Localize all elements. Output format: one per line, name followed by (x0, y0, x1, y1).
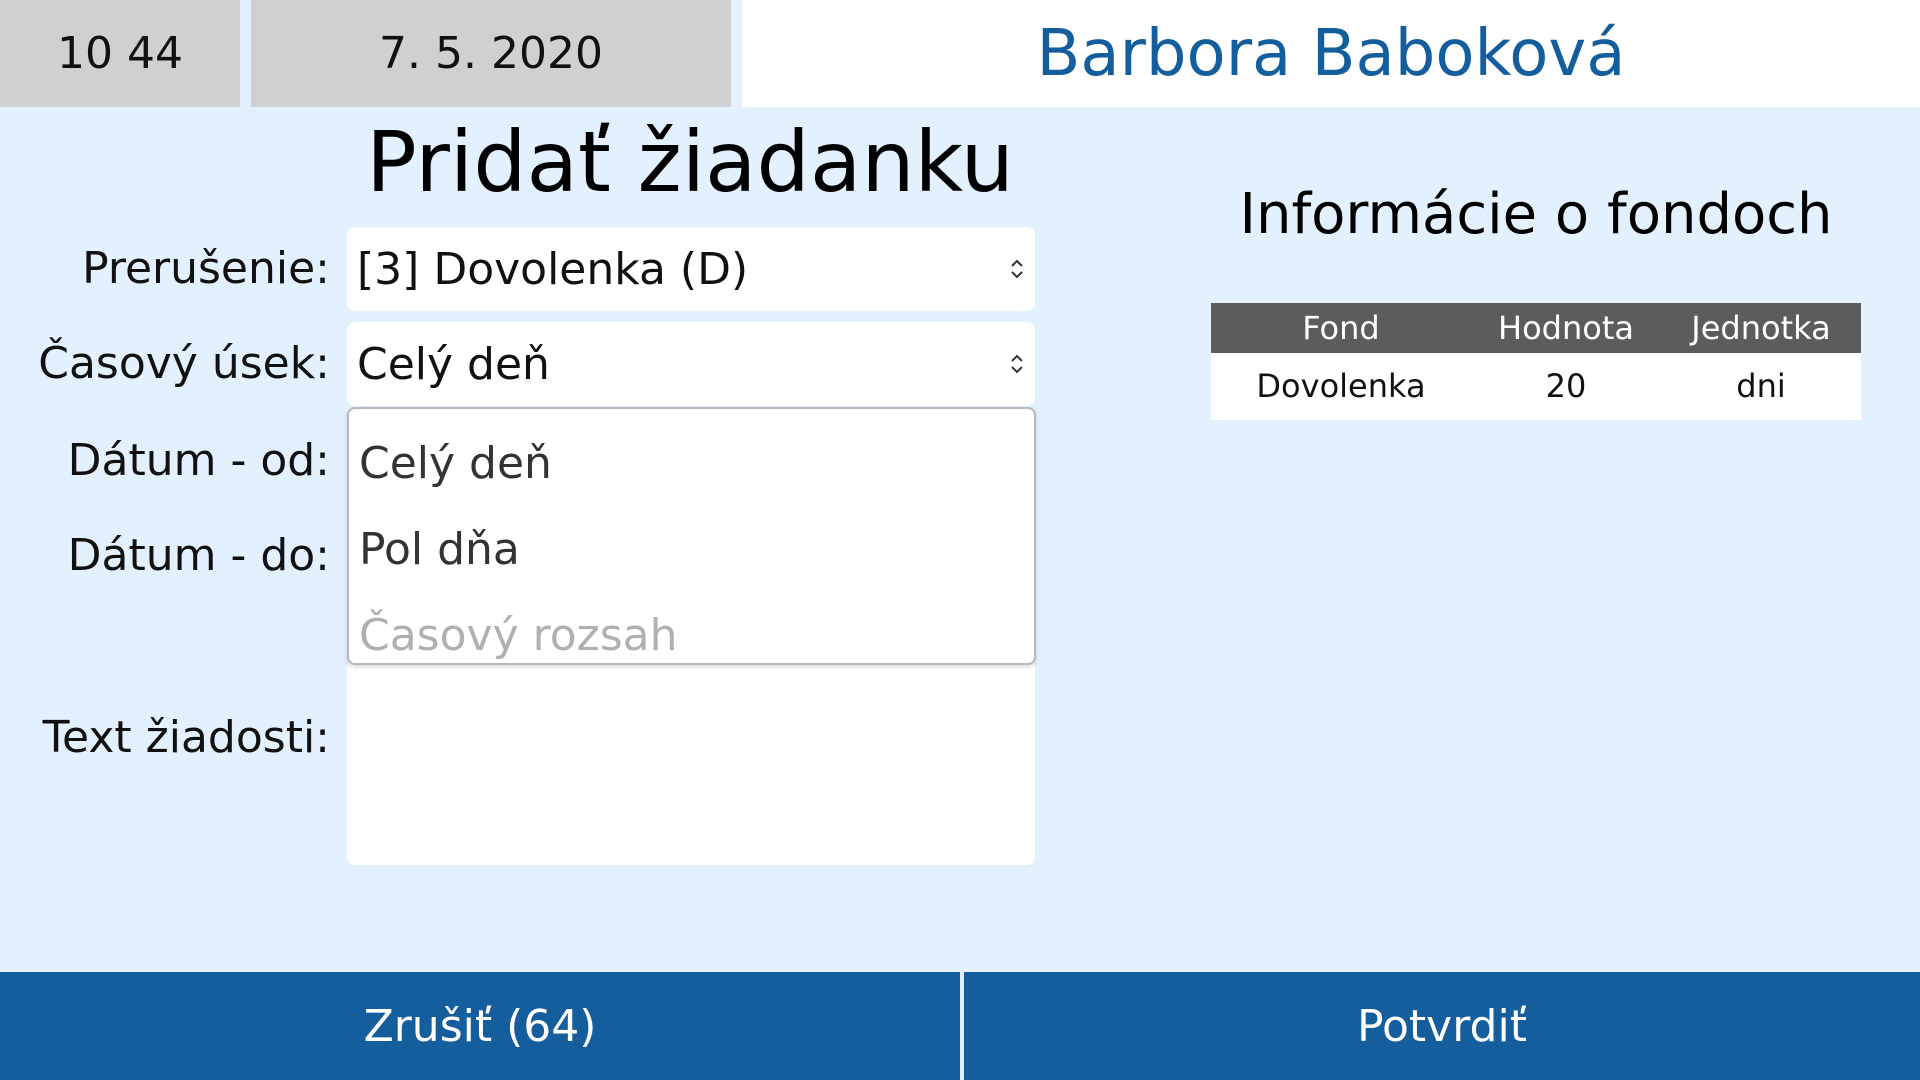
column-header-unit: Jednotka (1691, 309, 1831, 347)
cancel-button[interactable]: Zrušiť (64) (0, 972, 960, 1080)
request-text-label: Text žiadosti: (42, 712, 330, 763)
clock-time: 10 44 (0, 0, 240, 107)
fund-unit-cell: dni (1736, 367, 1786, 405)
date-to-label: Dátum - do: (67, 530, 330, 581)
select-arrows-icon (1011, 259, 1023, 279)
time-section-select[interactable]: Celý deň (347, 322, 1035, 406)
fund-value-cell: 20 (1545, 367, 1587, 405)
request-text-area[interactable] (347, 660, 1035, 865)
top-bar: 10 44 7. 5. 2020 Barbora Baboková (0, 0, 1920, 107)
funds-info-title: Informácie o fondoch (1239, 182, 1833, 247)
current-date: 7. 5. 2020 (251, 0, 731, 107)
date-from-label: Dátum - od: (67, 435, 330, 486)
funds-table-header: Fond Hodnota Jednotka (1211, 303, 1861, 353)
time-section-label: Časový úsek: (38, 338, 330, 389)
column-header-value: Hodnota (1498, 309, 1634, 347)
time-section-dropdown: Celý deň Pol dňa Časový rozsah (347, 407, 1036, 665)
fund-name-cell: Dovolenka (1256, 367, 1426, 405)
column-header-fund: Fond (1302, 309, 1380, 347)
page-title: Pridať žiadanku (0, 112, 1380, 212)
table-row: Dovolenka 20 dni (1211, 361, 1861, 411)
funds-table: Fond Hodnota Jednotka Dovolenka 20 dni (1211, 303, 1861, 420)
time-section-select-value: Celý deň (357, 338, 550, 390)
dropdown-option-full-day[interactable]: Celý deň (359, 434, 552, 494)
interruption-label: Prerušenie: (82, 243, 330, 294)
page-title-text: Pridať žiadanku (366, 113, 1014, 211)
user-name: Barbora Baboková (742, 0, 1920, 107)
select-arrows-icon (1011, 354, 1023, 374)
confirm-button[interactable]: Potvrdiť (964, 972, 1920, 1080)
dropdown-option-time-range: Časový rozsah (359, 610, 678, 661)
dropdown-option-half-day[interactable]: Pol dňa (359, 520, 520, 580)
interruption-select[interactable]: [3] Dovolenka (D) (347, 227, 1035, 311)
interruption-select-value: [3] Dovolenka (D) (357, 243, 749, 295)
